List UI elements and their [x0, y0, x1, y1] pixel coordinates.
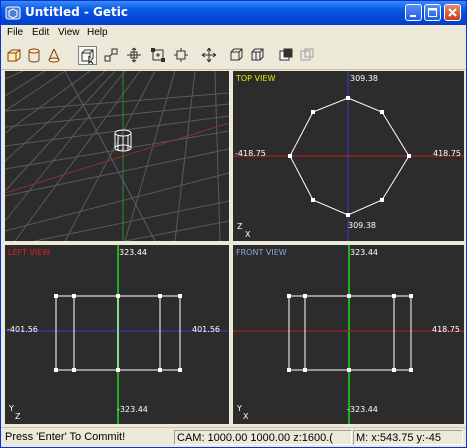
- cylinder-tool-button[interactable]: [25, 46, 44, 65]
- left-view-axis-h: Z: [15, 412, 21, 421]
- cylinder-icon: [28, 48, 40, 63]
- title-bar[interactable]: Untitled - Getic: [1, 1, 466, 25]
- cone-tool-button[interactable]: [45, 46, 64, 65]
- view-cube-tool-button[interactable]: [228, 46, 247, 65]
- top-view-axis-h: X: [245, 230, 251, 239]
- left-view-label-right: 401.56: [192, 325, 220, 334]
- minimize-icon: [410, 15, 416, 17]
- cube-select-tool-button[interactable]: [78, 46, 97, 65]
- menu-edit[interactable]: Edit: [32, 27, 49, 38]
- front-view-label-top: 323.44: [350, 248, 378, 257]
- left-view-title: LEFT VIEW: [8, 248, 51, 257]
- status-camera: CAM: 1000.00 1000.00 z:1600.(: [174, 430, 352, 445]
- move-tool-button[interactable]: [200, 46, 219, 65]
- maximize-icon: [428, 8, 437, 17]
- texture-tool-button[interactable]: [277, 46, 296, 65]
- box-tool-button[interactable]: [5, 46, 24, 65]
- menu-help[interactable]: Help: [87, 27, 108, 38]
- status-message: Press 'Enter' To Commit!: [5, 431, 126, 443]
- viewport-top[interactable]: TOP VIEW 309.38 309.38 -418.75 418.75 Z …: [233, 71, 464, 241]
- texture-icon: [279, 48, 293, 61]
- status-bar: Press 'Enter' To Commit! CAM: 1000.00 10…: [1, 427, 466, 447]
- front-view-scene: [233, 245, 464, 424]
- move-icon: [201, 47, 217, 63]
- cone-icon: [48, 48, 60, 63]
- disabled-tool-button[interactable]: [298, 46, 317, 65]
- select-pointer-icon: [104, 48, 118, 62]
- front-view-axis-h: X: [243, 412, 249, 421]
- left-view-label-bottom: -323.44: [117, 405, 148, 414]
- viewport-left[interactable]: LEFT VIEW 323.44 -323.44 -401.56 401.56 …: [5, 245, 229, 424]
- view-cube-icon: [230, 48, 243, 61]
- top-view-title: TOP VIEW: [236, 74, 276, 83]
- rotate-tool-button[interactable]: [172, 46, 191, 65]
- view-cube-2-icon: [251, 48, 264, 61]
- top-view-label-right: 418.75: [433, 149, 461, 158]
- left-view-scene: [5, 245, 229, 424]
- front-view-label-bottom: -323.44: [347, 405, 378, 414]
- top-view-label-top: 309.38: [350, 74, 378, 83]
- front-view-title: FRONT VIEW: [236, 248, 287, 257]
- maximize-button[interactable]: [424, 4, 441, 21]
- top-view-label-bottom: 309.38: [348, 221, 376, 230]
- window-title: Untitled - Getic: [25, 5, 129, 19]
- cube-select-icon: [81, 49, 94, 65]
- move-vertex-tool-button[interactable]: [149, 46, 168, 65]
- menu-file[interactable]: File: [7, 27, 23, 38]
- status-mouse: M: x:543.75 y:-45: [353, 430, 463, 445]
- left-view-label-top: 323.44: [119, 248, 147, 257]
- minimize-button[interactable]: [405, 4, 422, 21]
- tool-bar: [1, 43, 466, 70]
- perspective-scene: [5, 71, 229, 241]
- viewport-perspective[interactable]: [5, 71, 229, 241]
- disabled-tool-icon: [300, 48, 314, 61]
- app-window: Untitled - Getic File Edit View Help TOP…: [0, 0, 467, 448]
- scale-icon: [127, 47, 141, 63]
- viewport-area: TOP VIEW 309.38 309.38 -418.75 418.75 Z …: [5, 71, 464, 424]
- top-view-scene: [233, 71, 464, 241]
- top-view-axis-v: Z: [237, 222, 243, 231]
- menu-view[interactable]: View: [58, 27, 80, 38]
- front-view-axis-v: Y: [237, 404, 242, 413]
- viewport-front[interactable]: FRONT VIEW 323.44 -323.44 418.75 Y X: [233, 245, 464, 424]
- left-view-label-left: -401.56: [7, 325, 38, 334]
- box-icon: [7, 49, 21, 62]
- left-view-axis-v: Y: [9, 404, 14, 413]
- move-vertex-icon: [151, 48, 165, 62]
- front-view-label-right: 418.75: [432, 325, 460, 334]
- scale-tool-button[interactable]: [125, 46, 144, 65]
- select-tool-button[interactable]: [102, 46, 121, 65]
- close-icon: [448, 8, 457, 17]
- close-button[interactable]: [444, 4, 461, 21]
- view-cube-2-tool-button[interactable]: [249, 46, 268, 65]
- top-view-label-left: -418.75: [235, 149, 266, 158]
- menu-bar: File Edit View Help: [1, 25, 466, 43]
- rotate-icon: [174, 48, 188, 62]
- app-icon: [5, 6, 21, 20]
